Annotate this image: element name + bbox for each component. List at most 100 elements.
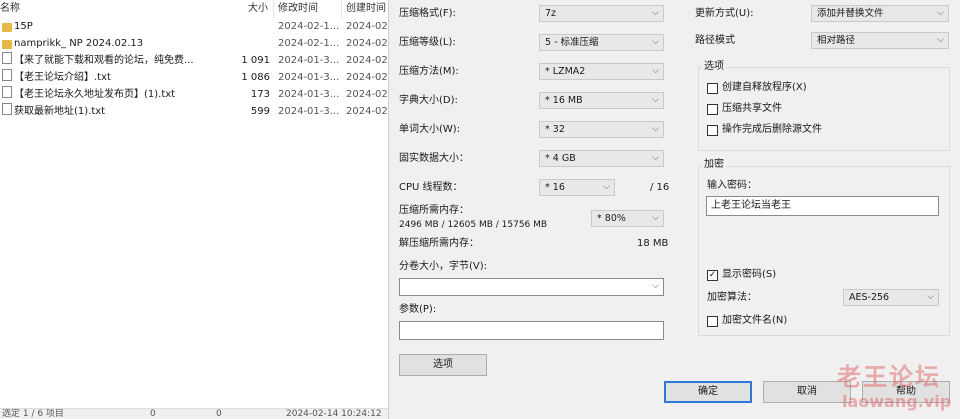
file-modified: 2024-01-3... [278,89,340,100]
encrypt-names-label[interactable]: 加密文件名(N) [722,314,787,328]
threads-value: * 16 [545,182,565,193]
params-label: 参数(P): [399,304,437,315]
path-label: 路径模式 [695,35,735,46]
file-row[interactable]: 【老王论坛介绍】.txt 1 086 2024-01-3... 2024-02 [0,69,388,86]
chevron-down-icon: ⌵ [937,8,944,18]
method-value: * LZMA2 [545,66,586,77]
chevron-down-icon: ⌵ [927,292,934,302]
folder-icon [2,23,12,32]
threads-label: CPU 线程数： [399,182,463,193]
chevron-down-icon: ⌵ [652,95,659,105]
chevron-down-icon: ⌵ [652,153,659,163]
delete-after-checkbox[interactable] [707,125,718,136]
file-list-pane: 名称 大小 修改时间 创建时间 15P 2024-02-1... 2024-02… [0,0,388,419]
mem-compress-label: 压缩所需内存： [399,205,469,216]
column-header-size[interactable]: 大小 [248,0,268,18]
chevron-down-icon: ⌵ [652,124,659,134]
dict-label: 字典大小(D): [399,95,458,106]
file-modified: 2024-01-3... [278,72,340,83]
file-created: 2024-02 [346,89,388,100]
shared-files-checkbox[interactable] [707,104,718,115]
level-value: 5 - 标准压缩 [545,37,599,48]
password-label: 输入密码： [707,180,757,191]
show-password-checkbox[interactable]: ✓ [707,270,718,281]
sfx-label[interactable]: 创建自释放程序(X) [722,81,807,95]
password-input[interactable]: 上老王论坛当老王 [706,196,939,216]
file-size: 1 091 [241,55,270,66]
dict-select[interactable]: * 16 MB ⌵ [539,92,664,109]
column-divider[interactable] [341,0,342,18]
word-value: * 32 [545,124,565,135]
column-header-modified[interactable]: 修改时间 [278,0,318,18]
column-header-created[interactable]: 创建时间 [346,0,386,18]
watermark-title: 老王论坛 [837,363,941,391]
threads-total: / 16 [650,182,670,193]
method-label: 压缩方法(M): [399,66,459,77]
encrypt-names-checkbox[interactable] [707,316,718,327]
watermark-url: laowang.vip [842,392,952,411]
format-value: 7z [545,8,557,19]
file-name: 【来了就能下载和观看的论坛，纯免费... [14,55,194,66]
status-value: 0 [216,409,222,419]
split-label: 分卷大小，字节(V): [399,261,488,272]
mem-percent-select[interactable]: * 80% ⌵ [591,210,664,227]
text-file-icon [2,69,12,81]
chevron-down-icon: ⌵ [652,8,659,18]
format-select[interactable]: 7z ⌵ [539,5,664,22]
level-label: 压缩等级(L): [399,37,456,48]
solid-select[interactable]: * 4 GB ⌵ [539,150,664,167]
file-modified: 2024-02-1... [278,21,340,32]
file-row[interactable]: 获取最新地址(1).txt 599 2024-01-3... 2024-02 [0,103,388,120]
file-name: 【老王论坛永久地址发布页】(1).txt [14,89,176,100]
chevron-down-icon: ⌵ [603,182,610,192]
options-group-title: 选项 [702,60,726,74]
file-modified: 2024-02-1... [278,38,340,49]
format-label: 压缩格式(F): [399,8,456,19]
text-file-icon [2,52,12,64]
word-select[interactable]: * 32 ⌵ [539,121,664,138]
column-header-name[interactable]: 名称 [0,0,20,18]
folder-icon [2,40,12,49]
file-created: 2024-02 [346,21,388,32]
split-size-select[interactable]: ⌵ [399,278,664,296]
status-timestamp: 2024-02-14 10:24:12 [286,409,382,419]
status-value: 0 [150,409,156,419]
solid-value: * 4 GB [545,153,576,164]
text-file-icon [2,86,12,98]
file-modified: 2024-01-3... [278,55,340,66]
delete-after-label[interactable]: 操作完成后删除源文件 [722,123,822,137]
status-bar: 选定 1 / 6 项目 0 0 2024-02-14 10:24:12 [0,408,388,419]
column-divider[interactable] [273,0,274,18]
method-select[interactable]: * LZMA2 ⌵ [539,63,664,80]
encryption-method-select[interactable]: AES-256 ⌵ [843,289,939,306]
level-select[interactable]: 5 - 标准压缩 ⌵ [539,34,664,51]
file-name: 获取最新地址(1).txt [14,106,106,117]
update-select[interactable]: 添加并替换文件 ⌵ [811,5,949,22]
file-size: 1 086 [241,72,270,83]
file-row[interactable]: 15P 2024-02-1... 2024-02 [0,18,388,35]
chevron-down-icon: ⌵ [652,66,659,76]
show-password-label[interactable]: 显示密码(S) [722,268,776,282]
chevron-down-icon: ⌵ [652,37,659,47]
encryption-method-value: AES-256 [849,292,890,303]
encryption-group-title: 加密 [702,158,726,172]
file-row[interactable]: 【来了就能下载和观看的论坛，纯免费... 1 091 2024-01-3... … [0,52,388,69]
word-label: 单词大小(W): [399,124,461,135]
file-row[interactable]: 【老王论坛永久地址发布页】(1).txt 173 2024-01-3... 20… [0,86,388,103]
solid-label: 固实数据大小： [399,153,469,164]
dict-value: * 16 MB [545,95,583,106]
chevron-down-icon: ⌵ [652,213,659,223]
shared-files-label[interactable]: 压缩共享文件 [722,102,782,116]
sfx-checkbox[interactable] [707,83,718,94]
file-row[interactable]: namprikk_ NP 2024.02.13 2024-02-1... 202… [0,35,388,52]
path-select[interactable]: 相对路径 ⌵ [811,32,949,49]
ok-button[interactable]: 确定 [664,381,752,403]
update-label: 更新方式(U): [695,8,754,19]
threads-select[interactable]: * 16 ⌵ [539,179,615,196]
text-file-icon [2,103,12,115]
file-name: namprikk_ NP 2024.02.13 [14,38,144,49]
params-input[interactable] [399,321,664,340]
options-button[interactable]: 选项 [399,354,487,376]
file-name: 15P [14,21,33,32]
path-value: 相对路径 [817,35,856,46]
